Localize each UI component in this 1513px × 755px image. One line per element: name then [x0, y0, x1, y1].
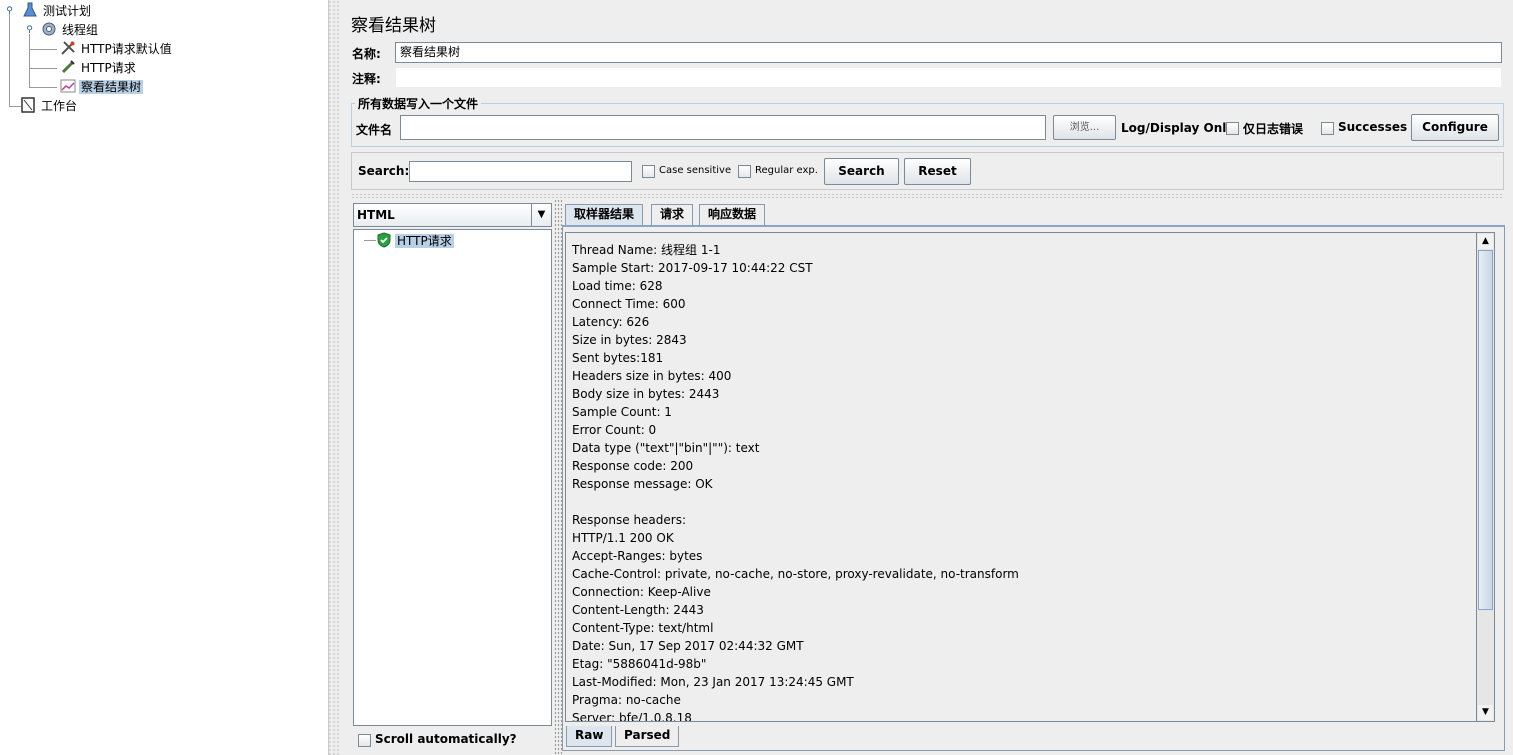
result-line: Etag: "5886041d-98b" [572, 657, 707, 671]
tab-sampler-result[interactable]: 取样器结果 [565, 204, 644, 225]
scroll-auto-label: Scroll automatically? [375, 732, 517, 746]
tab-request[interactable]: 请求 [651, 204, 694, 225]
scroll-auto-checkbox[interactable] [358, 734, 371, 747]
result-line: Load time: 628 [572, 279, 663, 293]
result-line: Thread Name: 线程组 1-1 [572, 243, 721, 257]
tree-item-http-defaults[interactable]: HTTP请求默认值 [60, 40, 174, 58]
case-sensitive-label: Case sensitive [659, 165, 732, 176]
result-line: Response code: 200 [572, 459, 694, 473]
tree-guide [29, 49, 57, 50]
result-line: Date: Sun, 17 Sep 2017 02:44:32 GMT [572, 639, 804, 653]
collapse-toggle[interactable]: ⚲ [5, 7, 14, 16]
search-button[interactable]: Search [824, 158, 899, 185]
log-display-label: Log/Display Only: [1121, 121, 1239, 135]
name-label: 名称: [352, 47, 381, 61]
tree-item-http-request[interactable]: HTTP请求 [60, 59, 138, 77]
reset-button[interactable]: Reset [904, 158, 971, 185]
errors-only-checkbox[interactable] [1226, 122, 1239, 135]
scroll-up-icon[interactable]: ▲ [1478, 234, 1493, 249]
tab-parsed[interactable]: Parsed [615, 726, 680, 747]
configure-button[interactable]: Configure [1411, 114, 1499, 141]
successes-label: Successes [1338, 120, 1408, 134]
result-line: Error Count: 0 [572, 423, 657, 437]
tab-raw[interactable]: Raw [566, 726, 613, 747]
result-line: Pragma: no-cache [572, 693, 681, 707]
page-title: 察看结果树 [351, 16, 436, 36]
horizontal-splitter[interactable] [351, 193, 1504, 199]
tree-guide [29, 87, 57, 88]
results-splitter[interactable] [554, 199, 562, 755]
view-results-tree-panel: 察看结果树 名称: 察看结果树 注释: 所有数据写入一个文件 文件名 浏览...… [339, 0, 1513, 755]
result-line: Size in bytes: 2843 [572, 333, 687, 347]
name-field[interactable]: 察看结果树 [395, 42, 1502, 63]
gear-icon [41, 21, 57, 37]
scroll-down-icon[interactable]: ▼ [1478, 705, 1493, 720]
result-line: Headers size in bytes: 400 [572, 369, 732, 383]
result-line: Server: bfe/1.0.8.18 [572, 711, 692, 722]
result-line: Body size in bytes: 2443 [572, 387, 720, 401]
result-line: Cache-Control: private, no-cache, no-sto… [572, 567, 1019, 581]
renderer-value: HTML [357, 208, 395, 222]
tree-guide [364, 240, 376, 241]
result-line: Connect Time: 600 [572, 297, 686, 311]
vertical-scrollbar[interactable]: ▲ ▼ [1477, 232, 1495, 722]
result-line: Sample Count: 1 [572, 405, 672, 419]
sampler-result-text[interactable]: Thread Name: 线程组 1-1 Sample Start: 2017-… [565, 232, 1477, 722]
result-line: Sent bytes:181 [572, 351, 664, 365]
shield-check-icon [376, 232, 392, 248]
sample-result-tree[interactable]: HTTP请求 [353, 229, 552, 726]
regular-exp-label: Regular exp. [755, 165, 818, 176]
comment-field[interactable] [395, 67, 1502, 88]
notebook-icon [20, 97, 36, 113]
filename-input[interactable] [400, 115, 1046, 140]
file-group-title: 所有数据写入一个文件 [355, 95, 482, 112]
tree-item-workbench[interactable]: 工作台 [20, 97, 79, 115]
tree-guide [9, 14, 10, 106]
vertical-splitter[interactable] [329, 0, 339, 755]
tab-response-data[interactable]: 响应数据 [699, 204, 766, 225]
result-line: Accept-Ranges: bytes [572, 549, 703, 563]
errors-only-label: 仅日志错误 [1243, 122, 1304, 136]
result-line: Content-Type: text/html [572, 621, 714, 635]
renderer-select[interactable]: HTML ▼ [353, 203, 552, 227]
result-line: Content-Length: 2443 [572, 603, 704, 617]
result-line: Latency: 626 [572, 315, 650, 329]
result-line [572, 493, 1470, 511]
browse-button[interactable]: 浏览... [1053, 115, 1116, 140]
result-line: Response headers: [572, 513, 687, 527]
result-line: Last-Modified: Mon, 23 Jan 2017 13:24:45… [572, 675, 854, 689]
comment-label: 注释: [352, 72, 381, 86]
tree-guide [29, 68, 57, 69]
result-line: HTTP/1.1 200 OK [572, 531, 674, 545]
tree-item-test-plan[interactable]: 测试计划 [22, 2, 93, 20]
scroll-thumb[interactable] [1478, 250, 1493, 610]
result-line: Response message: OK [572, 477, 713, 491]
chevron-down-icon[interactable]: ▼ [531, 204, 551, 226]
result-line: Sample Start: 2017-09-17 10:44:22 CST [572, 261, 813, 275]
search-label: Search: [358, 164, 410, 178]
tree-guide [29, 34, 30, 87]
filename-label: 文件名 [356, 123, 393, 137]
sample-result-item[interactable]: HTTP请求 [376, 232, 454, 250]
result-line: Data type ("text"|"bin"|""): text [572, 441, 760, 455]
regular-exp-checkbox[interactable] [738, 165, 751, 178]
result-line: Connection: Keep-Alive [572, 585, 711, 599]
pipette-icon [60, 59, 76, 75]
successes-checkbox[interactable] [1321, 122, 1334, 135]
tree-item-thread-group[interactable]: 线程组 [41, 21, 100, 39]
case-sensitive-checkbox[interactable] [642, 165, 655, 178]
collapse-toggle[interactable]: ⚲ [25, 26, 34, 35]
wrench-icon [60, 40, 76, 56]
test-plan-tree[interactable]: ⚲ ⚲ 测试计划 线程组 HTTP请求默认值 HTTP请求 察看结果树 工作台 [0, 0, 329, 755]
chart-icon [60, 78, 76, 94]
tree-item-view-results-tree[interactable]: 察看结果树 [60, 78, 144, 96]
flask-icon [22, 2, 38, 18]
search-input[interactable] [409, 161, 632, 182]
